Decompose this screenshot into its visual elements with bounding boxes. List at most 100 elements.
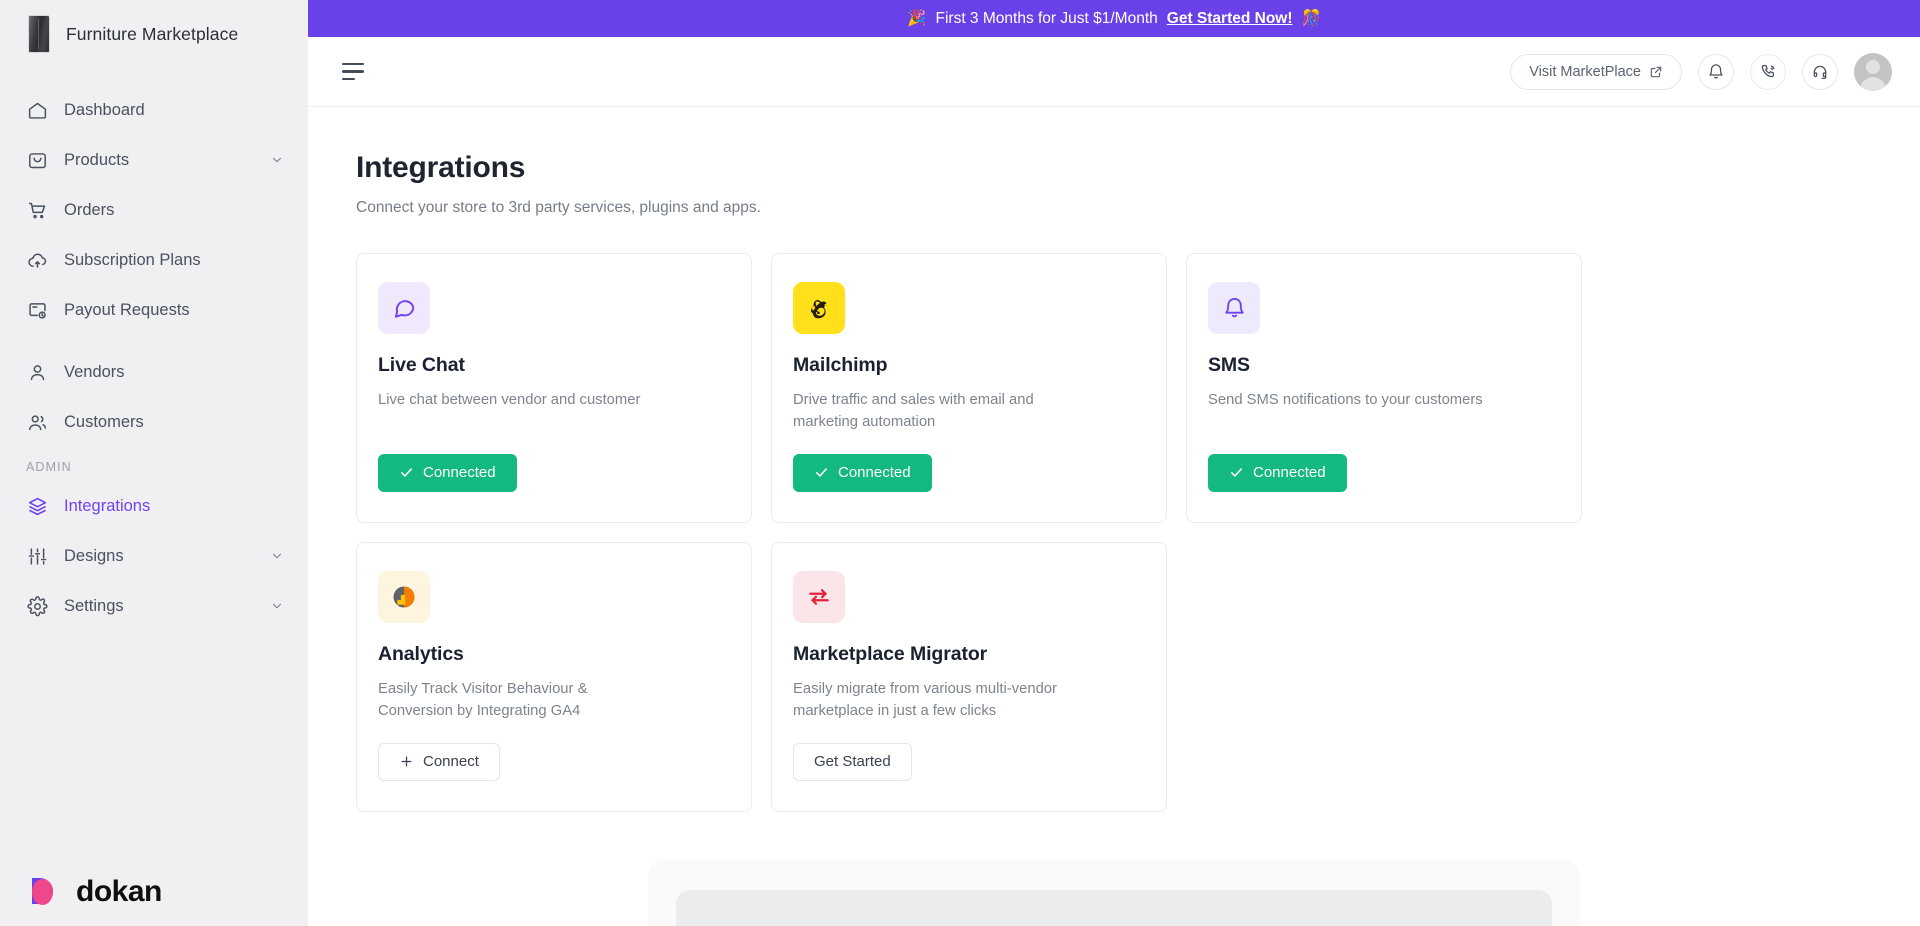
check-icon	[814, 465, 829, 480]
promo-emoji-left: 🎉	[907, 10, 927, 27]
button-label: Connected	[838, 464, 911, 482]
sidebar-nav: Dashboard Products Orders Subscription P…	[0, 90, 308, 636]
sidebar-item-label: Customers	[64, 412, 144, 431]
button-label: Connect	[423, 753, 479, 771]
sidebar-item-label: Payout Requests	[64, 300, 190, 319]
sidebar-item-products[interactable]: Products	[0, 140, 308, 180]
integration-card-live-chat[interactable]: Live Chat Live chat between vendor and c…	[356, 253, 752, 523]
connected-button[interactable]: Connected	[378, 453, 517, 492]
gear-icon	[26, 595, 48, 617]
integration-description: Easily Track Visitor Behaviour & Convers…	[378, 680, 588, 719]
chat-bubble-icon	[378, 282, 430, 334]
sidebar-item-integrations[interactable]: Integrations	[0, 486, 308, 526]
dokan-mark-icon	[32, 878, 53, 905]
bell-icon	[1208, 282, 1260, 334]
integration-name: Marketplace Migrator	[793, 642, 988, 665]
cart-icon	[26, 199, 48, 221]
avatar[interactable]	[1854, 52, 1892, 91]
card-actions: Connected	[793, 453, 1166, 492]
app-root: Furniture Marketplace Dashboard Products	[0, 0, 1920, 926]
connect-button[interactable]: Connect	[378, 742, 500, 781]
card-actions: Connect	[378, 742, 751, 781]
integration-name: Analytics	[378, 642, 464, 665]
sidebar-item-dashboard[interactable]: Dashboard	[0, 90, 308, 130]
user-icon	[26, 361, 48, 383]
sidebar-item-subscription-plans[interactable]: Subscription Plans	[0, 240, 308, 280]
topbar-actions: Visit MarketPlace	[1510, 52, 1892, 91]
integration-card-analytics[interactable]: Analytics Easily Track Visitor Behaviour…	[356, 541, 752, 812]
google-analytics-icon	[378, 570, 430, 623]
bell-icon[interactable]	[1698, 53, 1734, 90]
integrations-grid: Live Chat Live chat between vendor and c…	[356, 253, 1920, 812]
button-label: Get Started	[814, 753, 891, 771]
integration-description: Drive traffic and sales with email and m…	[793, 392, 1034, 430]
sidebar-item-label: Dashboard	[64, 100, 145, 119]
connected-button[interactable]: Connected	[1208, 453, 1347, 492]
connected-button[interactable]: Connected	[793, 453, 932, 492]
bottom-stacked-panel	[648, 860, 1580, 926]
promo-text: First 3 Months for Just $1/Month	[935, 9, 1158, 27]
chevron-down-icon[interactable]	[270, 153, 284, 167]
visit-marketplace-button[interactable]: Visit MarketPlace	[1510, 53, 1682, 90]
promo-cta-link[interactable]: Get Started Now!	[1167, 10, 1293, 28]
sidebar-item-payout-requests[interactable]: Payout Requests	[0, 290, 308, 330]
integration-card-mailchimp[interactable]: Mailchimp Drive traffic and sales with e…	[771, 253, 1167, 523]
hamburger-icon[interactable]	[342, 62, 366, 81]
payout-clock-icon	[26, 299, 48, 321]
chevron-down-icon[interactable]	[270, 549, 284, 563]
plus-icon	[399, 754, 414, 769]
sidebar-item-label: Orders	[64, 200, 115, 219]
get-started-button[interactable]: Get Started	[793, 742, 912, 781]
brand-header[interactable]: Furniture Marketplace	[0, 0, 308, 68]
brand-name: Furniture Marketplace	[66, 23, 239, 44]
sidebar-section-label: ADMIN	[26, 460, 72, 474]
mailchimp-monkey-icon	[793, 282, 845, 334]
integration-name: SMS	[1208, 354, 1250, 376]
button-label: Connected	[1253, 464, 1326, 482]
bag-icon	[26, 149, 48, 171]
page-subtitle: Connect your store to 3rd party services…	[356, 199, 761, 216]
external-link-icon	[1649, 65, 1663, 79]
layers-icon	[26, 495, 48, 517]
dokan-wordmark: dokan	[76, 875, 162, 908]
phone-ring-icon[interactable]	[1750, 53, 1786, 90]
sidebar-item-label: Designs	[64, 546, 124, 565]
sidebar: Furniture Marketplace Dashboard Products	[0, 0, 308, 926]
integration-card-sms[interactable]: SMS Send SMS notifications to your custo…	[1186, 253, 1582, 523]
check-icon	[1229, 465, 1244, 480]
topbar: Visit MarketPlace	[308, 37, 1920, 107]
sidebar-item-label: Vendors	[64, 362, 125, 381]
integration-card-marketplace-migrator[interactable]: Marketplace Migrator Easily migrate from…	[771, 541, 1167, 812]
visit-marketplace-label: Visit MarketPlace	[1529, 63, 1641, 80]
chevron-down-icon[interactable]	[270, 599, 284, 613]
button-label: Connected	[423, 464, 496, 482]
card-actions: Connected	[1208, 453, 1581, 492]
sidebar-item-orders[interactable]: Orders	[0, 190, 308, 230]
integration-name: Live Chat	[378, 354, 465, 376]
sidebar-item-designs[interactable]: Designs	[0, 536, 308, 576]
cloud-upload-icon	[26, 249, 48, 271]
content-area: Integrations Connect your store to 3rd p…	[308, 107, 1920, 926]
dokan-logo: dokan	[26, 872, 162, 912]
home-icon	[26, 99, 48, 121]
page-title: Integrations	[356, 151, 526, 184]
integration-description: Easily migrate from various multi-vendor…	[793, 680, 1057, 719]
transfer-arrows-icon	[793, 570, 845, 623]
sidebar-item-label: Integrations	[64, 496, 151, 515]
promo-emoji-right: 🎊	[1301, 10, 1321, 27]
main-area: 🎉 First 3 Months for Just $1/Month Get S…	[308, 0, 1920, 926]
integration-name: Mailchimp	[793, 354, 888, 376]
sidebar-item-label: Products	[64, 150, 130, 169]
sidebar-item-customers[interactable]: Customers	[0, 402, 308, 442]
headset-support-icon[interactable]	[1802, 53, 1838, 90]
integration-description: Live chat between vendor and customer	[378, 392, 641, 408]
check-icon	[399, 465, 414, 480]
sidebar-item-settings[interactable]: Settings	[0, 586, 308, 626]
card-actions: Get Started	[793, 742, 1166, 781]
sidebar-item-vendors[interactable]: Vendors	[0, 352, 308, 392]
card-actions: Connected	[378, 453, 751, 492]
furniture-thumbnail-icon	[28, 15, 50, 53]
sidebar-item-label: Subscription Plans	[64, 250, 201, 269]
sliders-icon	[26, 545, 48, 567]
